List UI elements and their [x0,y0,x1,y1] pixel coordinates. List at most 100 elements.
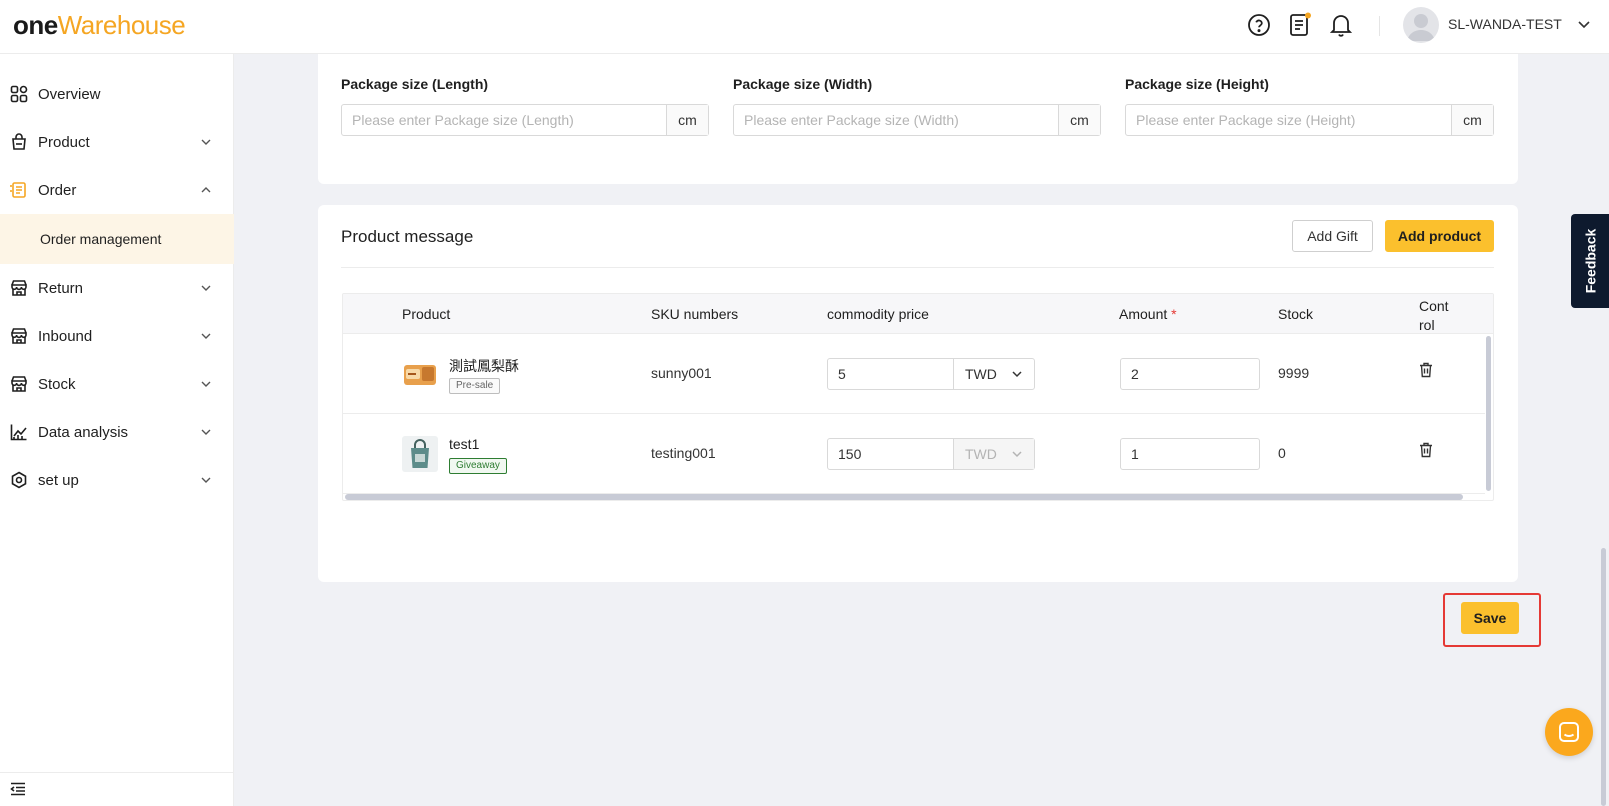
sidebar-footer [0,772,234,806]
chevron-down-icon [201,285,211,291]
chevron-down-icon [201,429,211,435]
sidebar-item-data-analysis[interactable]: Data analysis [0,408,234,456]
chevron-down-icon [1012,451,1022,458]
sidebar-sublabel-order-management: Order management [40,231,162,247]
feedback-label: Feedback [1582,228,1598,294]
logo-one: one [13,10,58,40]
collapse-menu-icon[interactable] [10,782,26,796]
chat-button[interactable] [1545,708,1593,756]
sidebar-item-return[interactable]: Return [0,264,234,312]
col-sku: SKU numbers [651,306,739,322]
package-height-unit: cm [1451,105,1493,135]
chevron-down-icon [1012,371,1022,378]
chevron-up-icon [201,187,211,193]
stock-value: 9999 [1278,365,1310,381]
stock-value: 0 [1278,445,1286,461]
sidebar-label-product: Product [38,133,90,151]
feedback-tab[interactable]: Feedback [1571,214,1609,308]
logo-warehouse: Warehouse [57,10,186,40]
package-width-unit: cm [1058,105,1100,135]
price-input[interactable]: 150 [828,439,954,469]
help-circle-icon[interactable] [1246,12,1272,38]
amount-input[interactable]: 2 [1120,358,1260,390]
sidebar-item-overview[interactable]: Overview [0,70,234,118]
currency-select: TWD [954,439,1034,469]
product-bag-icon [12,133,26,150]
app-logo[interactable]: oneWarehouse [13,8,186,42]
chart-line-icon [10,424,27,441]
sidebar-label-data-analysis: Data analysis [38,423,129,441]
chevron-down-icon [201,139,211,145]
sidebar-subitem-order-management[interactable]: Order management [0,214,234,264]
package-height-input[interactable] [1126,105,1451,135]
settings-hex-icon [11,471,27,489]
table-horizontal-scrollbar[interactable] [345,494,1463,500]
stock-store-icon [11,376,27,392]
chevron-down-icon[interactable] [1577,17,1591,34]
add-product-button[interactable]: Add product [1385,220,1494,252]
currency-value: TWD [965,446,997,462]
save-button[interactable]: Save [1461,602,1519,634]
return-store-icon [11,280,27,296]
col-product: Product [402,306,451,322]
sidebar-label-return: Return [38,279,84,297]
user-avatar-icon[interactable] [1403,7,1439,43]
required-mark: * [1171,306,1177,322]
overview-grid-icon [10,85,28,103]
currency-select[interactable]: TWD [954,359,1034,389]
package-length-group: cm [341,104,709,136]
price-input[interactable]: 5 [828,359,954,389]
trash-icon[interactable] [1419,442,1433,458]
col-amount-label: Amount [1119,306,1168,322]
package-width-label: Package size (Width) [733,76,873,92]
package-size-card: Package size (Length) cm Package size (W… [318,54,1518,184]
sidebar-item-product[interactable]: Product [0,118,234,166]
table-row: 測試鳳梨酥 Pre-sale sunny001 5 TWD 2 9999 [343,334,1485,414]
chevron-down-icon [201,333,211,339]
product-thumbnail [402,356,438,392]
sku-value: sunny001 [651,365,712,381]
page-vertical-scrollbar[interactable] [1601,548,1606,806]
presale-tag: Pre-sale [449,378,501,394]
sidebar-item-inbound[interactable]: Inbound [0,312,234,360]
bell-icon[interactable] [1328,12,1354,38]
package-width-group: cm [733,104,1101,136]
table-row: test1 Giveaway testing001 150 TWD 1 0 [343,414,1485,494]
sidebar: Overview Product Order Order management … [0,54,234,806]
chat-bubble-icon [1559,722,1579,742]
product-name: 測試鳳梨酥 [449,358,519,374]
trash-icon[interactable] [1419,362,1433,378]
product-thumbnail [402,436,438,472]
inbound-store-icon [11,328,27,344]
col-stock: Stock [1278,306,1314,322]
sidebar-label-stock: Stock [38,375,76,393]
currency-value: TWD [965,366,997,382]
col-price: commodity price [827,306,929,322]
col-control: Cont rol [1419,298,1449,333]
col-amount: Amount * [1119,306,1177,322]
price-field: 5 TWD [827,358,1035,390]
sidebar-label-inbound: Inbound [38,327,93,345]
table-vertical-scrollbar[interactable] [1486,336,1491,491]
amount-input[interactable]: 1 [1120,438,1260,470]
sku-value: testing001 [651,445,716,461]
package-length-unit: cm [666,105,708,135]
package-width-input[interactable] [734,105,1058,135]
price-field: 150 TWD [827,438,1035,470]
clipboard-notice-icon[interactable] [1287,12,1313,38]
section-title: Product message [341,227,474,246]
sidebar-label-overview: Overview [38,85,101,103]
header-divider [1379,16,1380,36]
package-length-label: Package size (Length) [341,76,489,92]
sidebar-item-set-up[interactable]: set up [0,456,234,504]
product-message-card: Product message Add Gift Add product Pro… [318,205,1518,582]
product-name: test1 [449,436,480,452]
package-length-input[interactable] [342,105,666,135]
package-height-label: Package size (Height) [1125,76,1269,92]
sidebar-item-stock[interactable]: Stock [0,360,234,408]
username-label[interactable]: SL-WANDA-TEST [1448,16,1562,32]
sidebar-label-set-up: set up [38,471,79,489]
sidebar-item-order[interactable]: Order [0,166,234,214]
table-header: Product SKU numbers commodity price Amou… [343,294,1493,334]
add-gift-button[interactable]: Add Gift [1292,220,1373,252]
